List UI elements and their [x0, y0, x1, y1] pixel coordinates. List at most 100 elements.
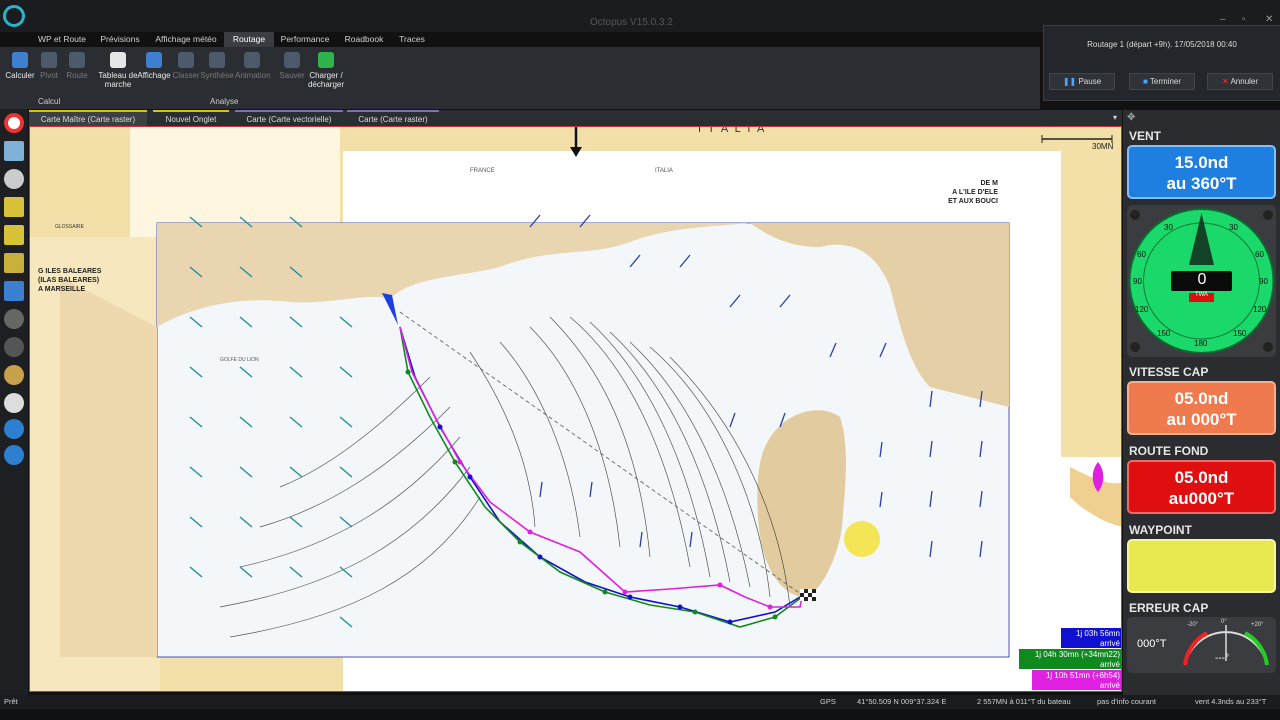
synthese-button[interactable]: Synthèse: [200, 52, 234, 80]
glossary-label: GLOSSAIRE: [55, 224, 84, 230]
gauge-tick: 30: [1229, 223, 1238, 232]
map-icon[interactable]: [4, 141, 24, 161]
sauver-button[interactable]: Sauver: [275, 52, 309, 80]
animation-button[interactable]: Animation: [235, 52, 271, 80]
gauge-tick: 120: [1253, 305, 1267, 314]
group-calcul-label: Calcul: [38, 97, 61, 106]
tab-routage[interactable]: Routage: [224, 32, 274, 48]
status-distance: 2 557MN à 011°T du bateau: [977, 697, 1071, 706]
tableau-label: Tableau de marche: [98, 71, 138, 89]
chart-tab-strip: Carte Maître (Carte raster) Nouvel Ongle…: [29, 110, 1122, 127]
vent-display: 15.0nd au 360°T: [1127, 145, 1276, 199]
annuler-button[interactable]: ✕ Annuler: [1207, 73, 1273, 90]
minimize-icon[interactable]: –: [1220, 14, 1226, 25]
classer-label: Classer: [172, 71, 200, 80]
compass-icon[interactable]: [4, 365, 24, 385]
arrival-blue: 1j 03h 56mn arrivé: [1061, 628, 1121, 648]
lifebuoy-icon[interactable]: [4, 113, 24, 133]
measure-icon[interactable]: [4, 309, 24, 329]
classer-button[interactable]: Classer: [169, 52, 203, 80]
routage-status-panel: Routage 1 (départ +9h). 17/05/2018 00:40…: [1043, 25, 1280, 101]
place-label-italia: ITALIA: [655, 168, 673, 174]
route-button[interactable]: Route: [60, 52, 94, 80]
calculer-label: Calculer: [5, 71, 35, 80]
arrival-status: arrivé: [1099, 639, 1120, 648]
routage-label: Routage 1 (départ +9h). 17/05/2018 00:40: [1087, 40, 1237, 49]
chart-title-right: DE M A L'ILE D'ELE ET AUX BOUCI: [948, 179, 998, 206]
vent-title: VENT: [1129, 129, 1162, 143]
tab-wp-et-route[interactable]: WP et Route: [30, 32, 94, 48]
erreur-readout: ---°: [1215, 653, 1229, 664]
stop-icon: ■: [1142, 77, 1150, 86]
chart-title-left-line: (ILAS BALEARES): [38, 277, 100, 284]
waypoint-title: WAYPOINT: [1129, 523, 1192, 537]
map-svg: [30, 127, 1121, 691]
waypoint-icon[interactable]: [4, 225, 24, 245]
tab-nouvel-onglet[interactable]: Nouvel Onglet: [153, 110, 229, 127]
select-icon[interactable]: [4, 393, 24, 413]
waypoint-display: [1127, 539, 1276, 593]
octopus-logo-icon: [3, 5, 25, 27]
tab-roadbook[interactable]: Roadbook: [338, 32, 390, 48]
maximize-icon[interactable]: ▫: [1242, 14, 1246, 25]
gauge-tick: 150: [1233, 329, 1247, 338]
chart-title-right-line: ET AUX BOUCI: [948, 198, 998, 205]
vitesse-display: 05.0nd au 000°T: [1127, 381, 1276, 435]
tab-previsions[interactable]: Prévisions: [94, 32, 146, 48]
route-label: Route: [66, 71, 88, 80]
affichage-button[interactable]: Affichage: [137, 52, 171, 80]
gauge-tick: 90: [1259, 277, 1268, 286]
charger-label: Charger / décharger: [307, 71, 345, 89]
twa-gauge-frame: 0 TWA 30 30 60 60 90 90 120 120 150 150 …: [1127, 205, 1276, 357]
zoom-in-icon[interactable]: [4, 445, 24, 465]
pause-button[interactable]: ❚❚ Pause: [1049, 73, 1115, 90]
tableau-de-marche-button[interactable]: Tableau de marche: [98, 52, 138, 89]
sort-icon: [178, 52, 194, 68]
charger-decharger-button[interactable]: Charger / décharger: [306, 52, 346, 89]
arrival-time: 1j 10h 51mn (+6h54): [1045, 671, 1120, 680]
route-display: 05.0nd au000°T: [1127, 460, 1276, 514]
scale-label: 30MN: [1092, 142, 1114, 151]
arrival-status: arrivé: [1099, 660, 1120, 669]
tab-traces[interactable]: Traces: [392, 32, 432, 48]
chart-title-right-line: A L'ILE D'ELE: [952, 189, 998, 196]
affichage-label: Affichage: [137, 71, 171, 80]
twa-display: 0: [1197, 271, 1207, 288]
vitesse-title: VITESSE CAP: [1129, 365, 1209, 379]
tab-affichage-meteo[interactable]: Affichage météo: [148, 32, 224, 48]
country-label: I T A L I A: [698, 126, 767, 135]
tabs-dropdown-icon[interactable]: ▾: [1109, 110, 1121, 125]
document-icon: [110, 52, 126, 68]
gauge-tick: 60: [1255, 250, 1264, 259]
vent-direction: au 360°T: [1166, 174, 1237, 193]
gauge-tick: 60: [1137, 250, 1146, 259]
twa-label: TWA: [1194, 292, 1209, 298]
close-icon[interactable]: ✕: [1265, 14, 1273, 25]
vent-speed: 15.0nd: [1174, 153, 1229, 172]
instrument-panel: ✥ VENT 15.0nd au 360°T 0 TWA 30 30 60 60…: [1123, 110, 1280, 695]
sauver-label: Sauver: [279, 71, 305, 80]
tab-carte-vectorielle[interactable]: Carte (Carte vectorielle): [235, 110, 343, 127]
pivot-icon: [41, 52, 57, 68]
move-handle-icon[interactable]: ✥: [1127, 112, 1135, 123]
tab-performance[interactable]: Performance: [276, 32, 334, 48]
arrival-magenta: 1j 10h 51mn (+6h54) arrivé: [1032, 670, 1121, 690]
tab-carte-raster[interactable]: Carte (Carte raster): [347, 110, 439, 127]
left-toolbar: [0, 109, 28, 695]
arrival-time: 1j 04h 30mn (+34mn22): [1034, 650, 1120, 659]
pause-label: Pause: [1078, 77, 1102, 86]
layers-icon[interactable]: [4, 253, 24, 273]
chart-icon[interactable]: [4, 281, 24, 301]
circle-icon[interactable]: [4, 337, 24, 357]
chart-map[interactable]: 30MN I T A L I A G ILES BALEARES (ILAS B…: [29, 126, 1122, 692]
zoom-out-icon[interactable]: [4, 419, 24, 439]
terminer-button[interactable]: ■ Terminer: [1129, 73, 1195, 90]
propeller-icon[interactable]: [4, 169, 24, 189]
erreur-title: ERREUR CAP: [1129, 601, 1209, 615]
tab-carte-maitre[interactable]: Carte Maître (Carte raster): [29, 110, 147, 127]
app-title: Octopus V15.0.3.2: [590, 17, 673, 28]
route-icon: [69, 52, 85, 68]
gauge-tick: 90: [1133, 277, 1142, 286]
route-edit-icon[interactable]: [4, 197, 24, 217]
erreur-value: 000°T: [1137, 638, 1167, 650]
